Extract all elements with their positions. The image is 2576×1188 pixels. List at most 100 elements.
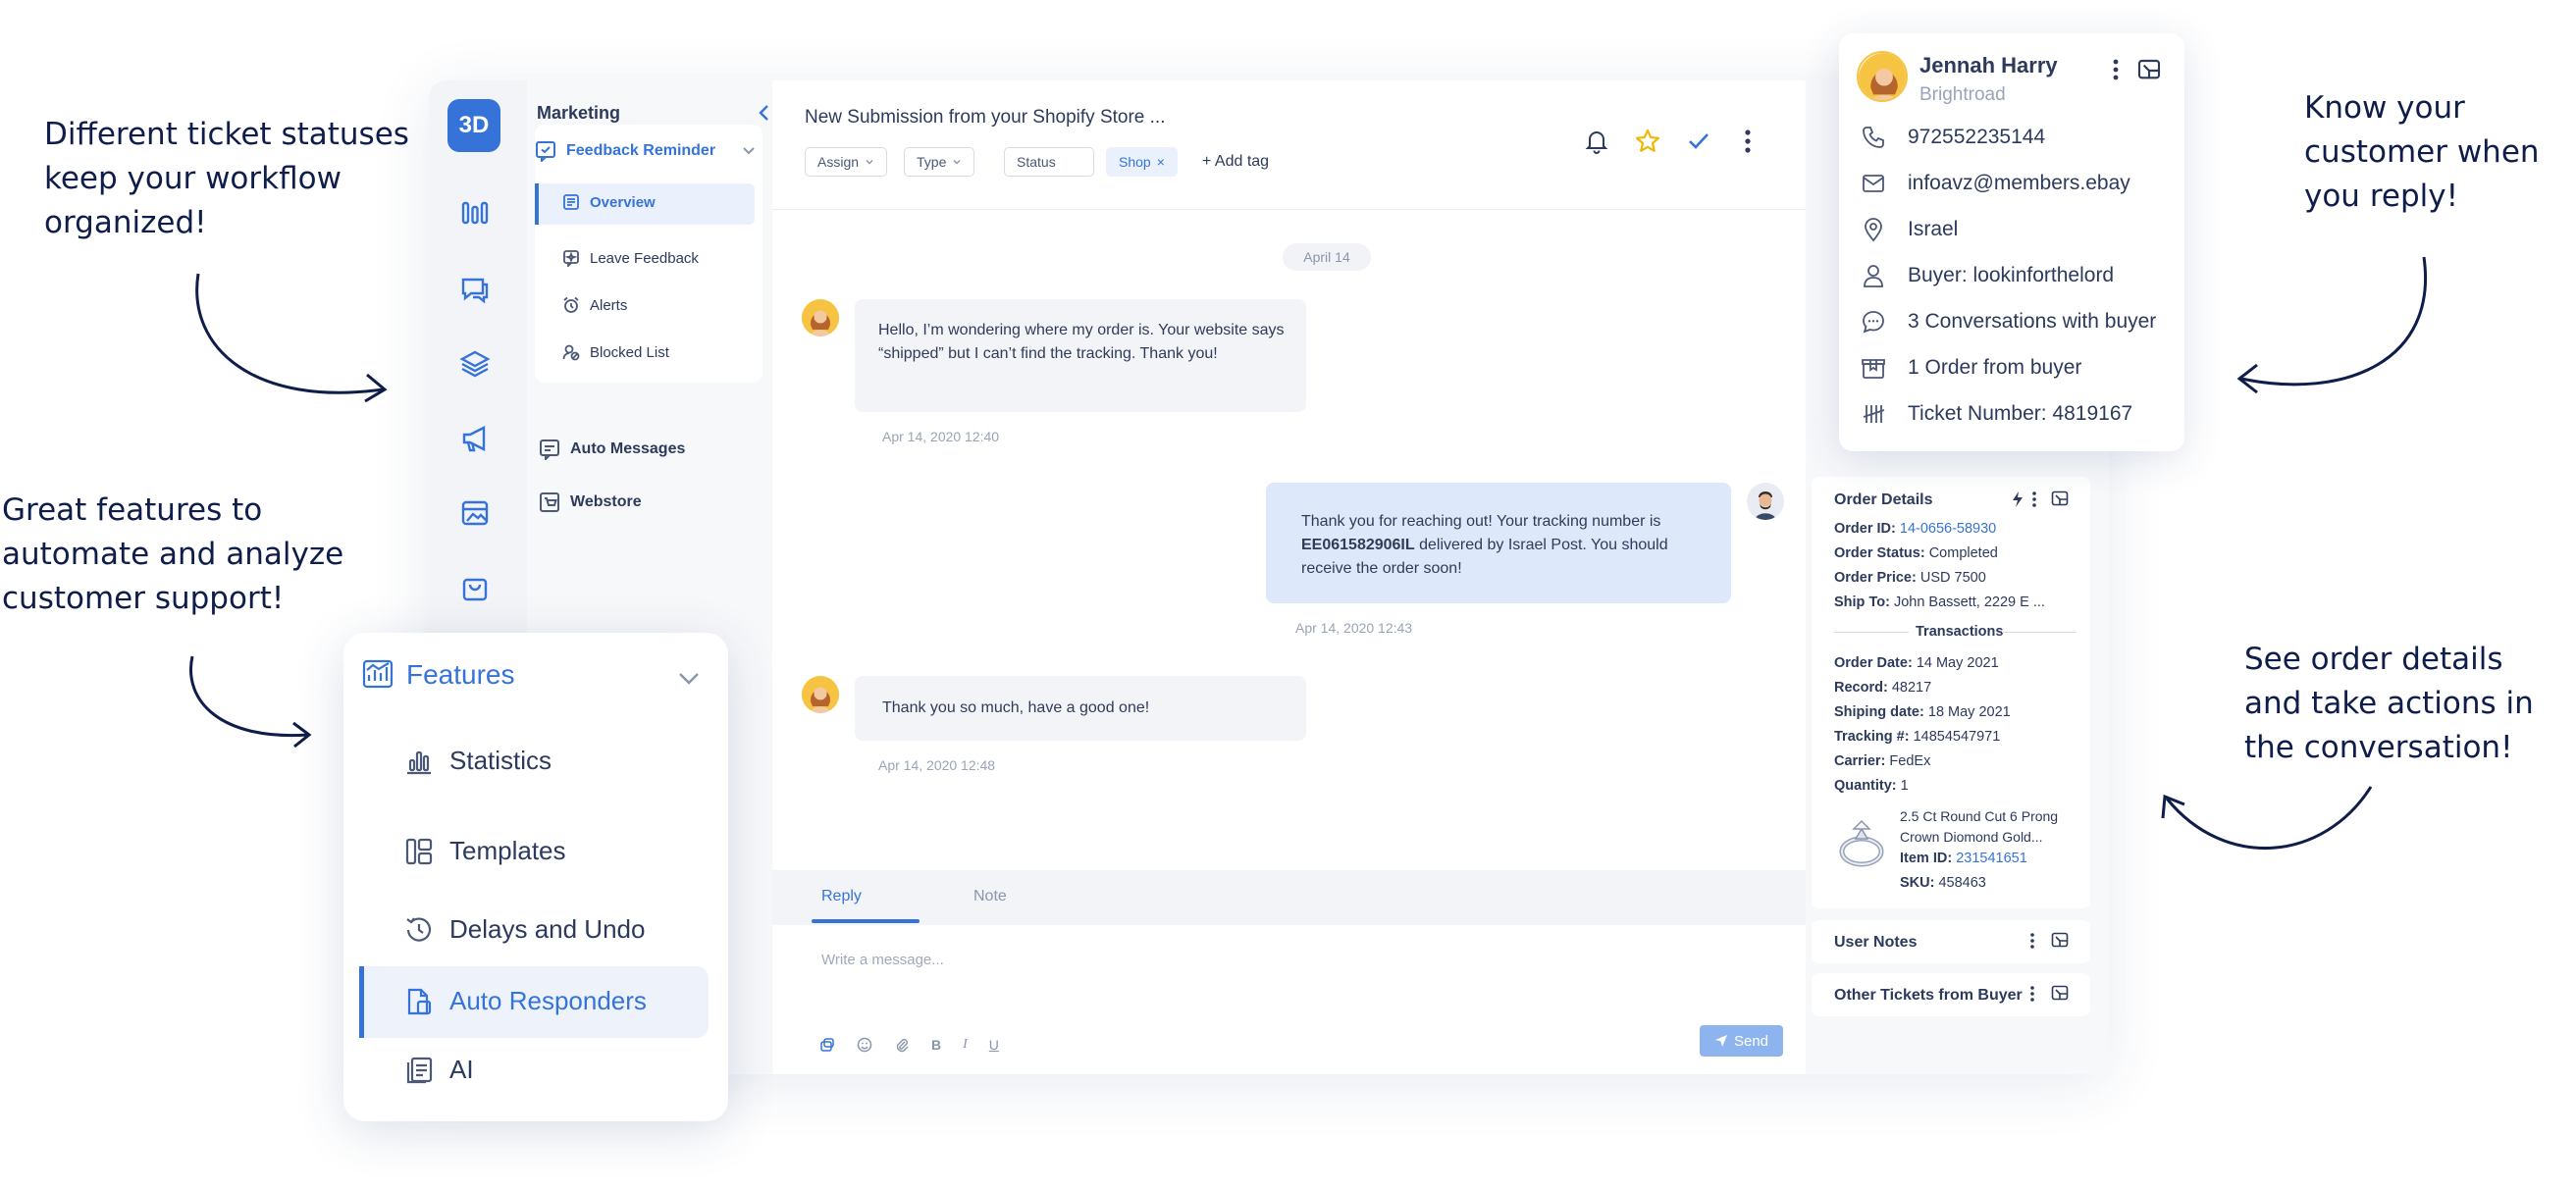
feature-label: AI xyxy=(449,1055,474,1084)
location-pin-icon xyxy=(1865,218,1882,242)
blocked-user-icon xyxy=(562,344,580,361)
order-price: Order Price: USD 7500 xyxy=(1834,570,1986,586)
more-options-icon[interactable] xyxy=(2029,932,2035,955)
mail-icon xyxy=(1863,175,1884,192)
chevron-down-icon xyxy=(866,160,873,165)
features-card: Features Statistics Templates Delays and… xyxy=(343,633,728,1121)
layers-icon[interactable] xyxy=(458,347,492,381)
divider xyxy=(2002,632,2077,633)
feature-ai[interactable]: AI xyxy=(404,1055,474,1085)
callout-know-customer: Know your customer when you reply! xyxy=(2304,90,2540,214)
template-icon[interactable] xyxy=(819,1037,835,1053)
feature-delays-undo[interactable]: Delays and Undo xyxy=(404,914,645,945)
feature-label: Auto Responders xyxy=(449,986,647,1015)
emoji-icon[interactable] xyxy=(857,1037,872,1053)
order-details-title: Order Details xyxy=(1834,491,1933,508)
type-dropdown[interactable]: Type xyxy=(904,147,975,177)
contact-phone[interactable]: 972552235144 xyxy=(1861,125,2045,150)
feature-auto-responders[interactable]: Auto Responders xyxy=(404,986,647,1016)
lightning-icon[interactable] xyxy=(2012,491,2024,513)
section-title: Marketing xyxy=(537,103,621,123)
orders-value: 1 Order from buyer xyxy=(1908,356,2082,379)
tab-note[interactable]: Note xyxy=(973,888,1007,905)
subnav-item-blocked-list[interactable]: Blocked List xyxy=(562,343,669,361)
contact-company: Brightroad xyxy=(1919,84,2006,105)
italic-icon[interactable]: I xyxy=(963,1037,968,1053)
more-options-icon[interactable] xyxy=(2029,985,2035,1007)
tab-reply-underline xyxy=(812,919,920,923)
chevron-down-icon xyxy=(953,160,961,165)
feature-templates[interactable]: Templates xyxy=(404,836,566,866)
templates-icon xyxy=(405,838,433,864)
order-id-link[interactable]: 14-0656-58930 xyxy=(1900,521,1996,537)
location-value: Israel xyxy=(1908,218,1959,240)
status-dropdown[interactable]: Status xyxy=(1004,147,1094,177)
shop-tag[interactable]: Shop × xyxy=(1106,147,1178,177)
order-status: Order Status: Completed xyxy=(1834,545,1998,561)
order-date: Order Date: 14 May 2021 xyxy=(1834,655,1999,671)
chevron-down-icon[interactable] xyxy=(741,142,757,163)
callout-features: Great features to automate and analyze c… xyxy=(2,492,344,616)
popout-icon[interactable] xyxy=(2051,985,2069,1007)
contact-conversations[interactable]: 3 Conversations with buyer xyxy=(1861,309,2156,335)
tracking-number: EE061582906IL xyxy=(1301,537,1415,553)
tracking-number: Tracking #: 14854547971 xyxy=(1834,729,2001,745)
more-options-icon[interactable] xyxy=(1731,125,1764,158)
megaphone-icon[interactable] xyxy=(458,422,492,455)
feature-statistics[interactable]: Statistics xyxy=(404,746,552,776)
user-icon xyxy=(1864,265,1883,287)
shopping-bag-icon[interactable] xyxy=(458,571,492,604)
nav-webstore[interactable]: Webstore xyxy=(539,491,642,513)
ship-to: Ship To: John Bassett, 2229 E ... xyxy=(1834,594,2045,610)
cart-icon xyxy=(540,492,559,512)
feedback-reminder-card: Feedback Reminder Overview Leave Feedbac… xyxy=(535,125,762,383)
chat-bubble-icon xyxy=(1863,311,1884,334)
check-icon[interactable] xyxy=(1682,125,1715,158)
bold-icon[interactable]: B xyxy=(931,1037,941,1053)
popout-icon[interactable] xyxy=(2051,932,2069,955)
popout-icon[interactable] xyxy=(2137,59,2161,87)
add-tag-button[interactable]: + Add tag xyxy=(1202,153,1269,171)
contact-email[interactable]: infoavz@members.ebay xyxy=(1861,171,2130,196)
phone-icon xyxy=(1863,127,1884,148)
star-icon[interactable] xyxy=(1631,125,1664,158)
message-timestamp: Apr 14, 2020 12:40 xyxy=(882,429,1000,444)
attachment-icon[interactable] xyxy=(894,1037,910,1053)
contact-name: Jennah Harry xyxy=(1919,53,2058,77)
tag-label: Shop xyxy=(1119,154,1151,170)
app-logo[interactable]: 3D xyxy=(447,99,500,152)
chat-icon[interactable] xyxy=(458,273,492,306)
more-options-icon[interactable] xyxy=(2031,491,2037,513)
subnav-item-overview[interactable]: Overview xyxy=(562,193,656,211)
divider xyxy=(1834,632,1909,633)
message-input[interactable]: Write a message... xyxy=(821,952,1754,1020)
underline-icon[interactable]: U xyxy=(989,1037,999,1053)
contact-buyer: Buyer: lookinforthelord xyxy=(1861,263,2114,288)
subnav-item-alerts[interactable]: Alerts xyxy=(562,296,627,314)
order-id: Order ID: 14-0656-58930 xyxy=(1834,521,1997,537)
ticket-value: Ticket Number: 4819167 xyxy=(1908,402,2133,425)
other-tickets-title: Other Tickets from Buyer xyxy=(1834,987,2023,1004)
nav-label: Auto Messages xyxy=(570,440,686,457)
feedback-reminder-group[interactable]: Feedback Reminder xyxy=(535,140,715,162)
features-header[interactable]: Features xyxy=(361,658,515,692)
popout-icon[interactable] xyxy=(2051,491,2069,513)
date-divider: April 14 xyxy=(1283,243,1371,271)
analytics-icon[interactable] xyxy=(458,196,492,230)
item-id-link[interactable]: 231541651 xyxy=(1956,851,2027,866)
tab-reply[interactable]: Reply xyxy=(821,888,862,905)
subnav-item-leave-feedback[interactable]: Leave Feedback xyxy=(562,249,699,267)
customer-message: Hello, I’m wondering where my order is. … xyxy=(855,299,1306,412)
contact-orders[interactable]: 1 Order from buyer xyxy=(1861,355,2081,381)
more-options-icon[interactable] xyxy=(2112,57,2120,87)
send-button[interactable]: Send xyxy=(1700,1025,1783,1057)
assign-dropdown[interactable]: Assign xyxy=(805,147,888,177)
collapse-sidebar-icon[interactable] xyxy=(755,102,774,124)
chevron-down-icon[interactable] xyxy=(677,668,701,693)
image-template-icon[interactable] xyxy=(458,496,492,530)
features-title: Features xyxy=(406,659,515,690)
bell-icon[interactable] xyxy=(1580,125,1613,158)
nav-auto-messages[interactable]: Auto Messages xyxy=(539,439,685,460)
subnav-label: Overview xyxy=(590,193,656,211)
remove-tag-icon[interactable]: × xyxy=(1157,154,1165,170)
